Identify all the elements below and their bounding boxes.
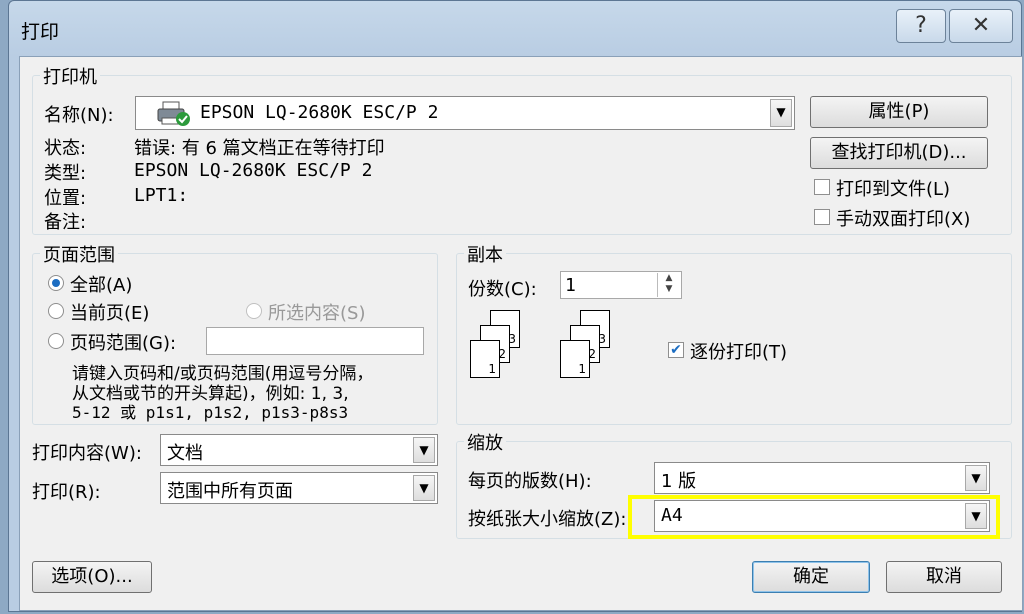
pages-per-sheet-label: 每页的版数(H): xyxy=(468,471,592,492)
page-range-input[interactable] xyxy=(206,327,424,355)
close-button[interactable]: ✕ xyxy=(949,9,1013,43)
collate-label[interactable]: 逐份打印(T) xyxy=(690,338,787,364)
chevron-down-icon[interactable]: ▼ xyxy=(965,465,987,491)
range-selection-label: 所选内容(S) xyxy=(268,303,366,324)
ok-button[interactable]: 确定 xyxy=(752,561,870,593)
print-what-label: 打印内容(W): xyxy=(32,443,142,464)
status-value: 错误: 有 6 篇文档正在等待打印 xyxy=(134,138,385,159)
print-dialog: 打印 ? ✕ 打印机 名称(N): EPSON LQ-2680K ESC/P 2… xyxy=(8,0,1023,612)
chevron-down-icon[interactable]: ▼ xyxy=(770,99,792,127)
printer-name-label: 名称(N): xyxy=(44,105,114,126)
spin-arrows-icon[interactable]: ▲ ▼ xyxy=(657,273,680,297)
print-to-file-checkbox[interactable] xyxy=(814,179,830,195)
range-pages-label[interactable]: 页码范围(G): xyxy=(70,329,176,355)
pages-per-sheet-select[interactable]: 1 版 ▼ xyxy=(654,462,990,494)
page-range-group-label: 页面范围 xyxy=(40,241,118,267)
copies-count-input[interactable]: 1 ▲ ▼ xyxy=(560,271,682,299)
copies-count-value: 1 xyxy=(565,275,576,296)
type-value: EPSON LQ-2680K ESC/P 2 xyxy=(134,160,373,181)
copies-count-label: 份数(C): xyxy=(468,279,537,300)
printer-group-label: 打印机 xyxy=(40,63,100,89)
print-scope-value: 范围中所有页面 xyxy=(167,481,293,502)
print-scope-label: 打印(R): xyxy=(32,482,101,503)
range-hint-line3: 5-12 或 p1s1, p1s2, p1s3-p8s3 xyxy=(72,403,349,422)
range-selection-radio xyxy=(246,303,262,319)
print-to-file-label[interactable]: 打印到文件(L) xyxy=(836,175,950,201)
zoom-group-label: 缩放 xyxy=(464,429,506,455)
range-current-radio[interactable] xyxy=(48,303,64,319)
properties-button[interactable]: 属性(P) xyxy=(810,96,988,128)
print-what-value: 文档 xyxy=(167,443,203,464)
printer-name-value: EPSON LQ-2680K ESC/P 2 xyxy=(200,102,439,123)
print-scope-select[interactable]: 范围中所有页面 ▼ xyxy=(160,472,438,504)
pages-per-sheet-value: 1 版 xyxy=(661,471,697,492)
collate-checkbox[interactable]: ✔ xyxy=(668,342,684,358)
type-label: 类型: xyxy=(44,163,87,184)
copies-group-label: 副本 xyxy=(464,241,506,267)
printer-icon xyxy=(156,101,190,132)
chevron-down-icon[interactable]: ▼ xyxy=(413,475,435,501)
check-badge-icon xyxy=(176,112,190,126)
options-button[interactable]: 选项(O)... xyxy=(32,561,152,593)
help-button[interactable]: ? xyxy=(896,9,946,43)
location-value: LPT1: xyxy=(134,185,189,206)
status-label: 状态: xyxy=(44,138,87,159)
range-all-label[interactable]: 全部(A) xyxy=(70,271,132,297)
printer-name-select[interactable]: EPSON LQ-2680K ESC/P 2 ▼ xyxy=(135,96,795,130)
cancel-button[interactable]: 取消 xyxy=(886,561,1002,593)
scale-to-paper-label: 按纸张大小缩放(Z): xyxy=(468,509,627,530)
dialog-body: 打印机 名称(N): EPSON LQ-2680K ESC/P 2 ▼ 状态: … xyxy=(19,56,1023,611)
highlight-box xyxy=(628,495,1000,539)
manual-duplex-checkbox[interactable] xyxy=(814,209,830,225)
print-what-select[interactable]: 文档 ▼ xyxy=(160,434,438,466)
manual-duplex-label[interactable]: 手动双面打印(X) xyxy=(836,205,970,231)
find-printer-button[interactable]: 查找打印机(D)... xyxy=(810,137,988,169)
range-current-label[interactable]: 当前页(E) xyxy=(70,299,149,325)
chevron-down-icon[interactable]: ▼ xyxy=(413,437,435,463)
range-all-radio[interactable] xyxy=(48,275,64,291)
comment-label: 备注: xyxy=(44,212,87,233)
dialog-title: 打印 xyxy=(21,21,60,43)
range-pages-radio[interactable] xyxy=(48,333,64,349)
location-label: 位置: xyxy=(44,188,87,209)
